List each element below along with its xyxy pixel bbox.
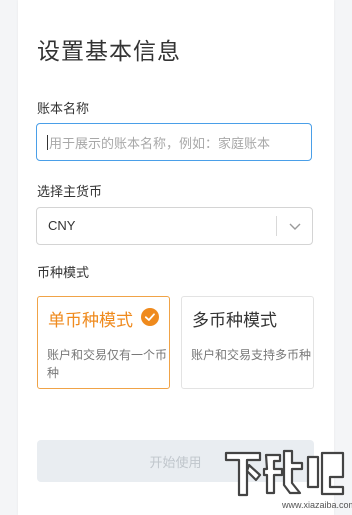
currency-mode-label: 币种模式 — [37, 266, 90, 281]
text-caret — [47, 134, 48, 150]
currency-select[interactable]: CNY — [36, 207, 313, 245]
page-title: 设置基本信息 — [37, 39, 181, 65]
setup-card — [18, 0, 334, 515]
single-currency-mode-option[interactable]: 单币种模式 账户和交易仅有一个币种 — [37, 296, 170, 389]
account-name-placeholder: 用于展示的账本名称，例如：家庭账本 — [49, 136, 271, 152]
account-name-input[interactable]: 用于展示的账本名称，例如：家庭账本 — [36, 123, 312, 161]
currency-selected-value: CNY — [48, 218, 76, 233]
account-name-label: 账本名称 — [37, 102, 90, 117]
multi-mode-title: 多币种模式 — [192, 311, 277, 331]
chevron-down-icon[interactable] — [286, 217, 304, 235]
multi-mode-description: 账户和交易支持多币种 — [191, 348, 312, 362]
check-circle-icon — [141, 308, 159, 326]
multi-currency-mode-option[interactable]: 多币种模式 账户和交易支持多币种 — [181, 296, 314, 389]
single-mode-description: 账户和交易仅有一个币种 — [47, 348, 168, 380]
watermark-url: www.xiazaiba.com — [282, 500, 352, 510]
currency-label: 选择主货币 — [37, 185, 103, 200]
single-mode-title: 单币种模式 — [48, 311, 133, 331]
select-divider — [276, 216, 277, 236]
